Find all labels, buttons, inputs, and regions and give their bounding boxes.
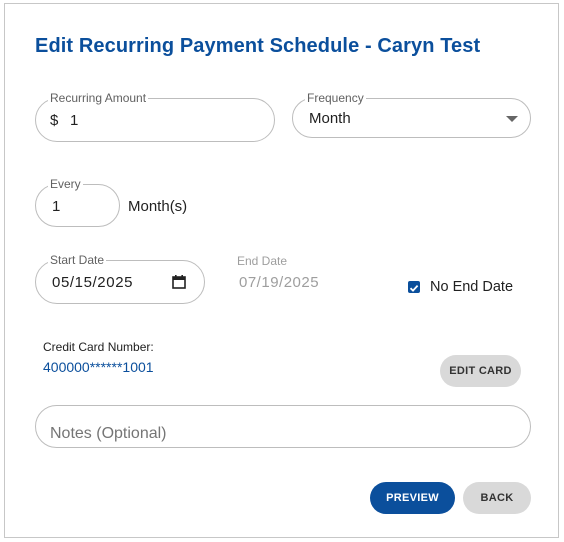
every-field[interactable]: Every 1 bbox=[35, 177, 120, 227]
back-button[interactable]: BACK bbox=[463, 482, 531, 514]
preview-button[interactable]: PREVIEW bbox=[370, 482, 455, 514]
edit-schedule-dialog: Edit Recurring Payment Schedule - Caryn … bbox=[4, 3, 559, 538]
calendar-icon[interactable] bbox=[172, 275, 186, 289]
credit-card-number: 400000******1001 bbox=[43, 359, 154, 375]
start-date-label: Start Date bbox=[48, 253, 107, 267]
frequency-select[interactable]: Frequency Month bbox=[292, 91, 531, 138]
credit-card-label: Credit Card Number: bbox=[43, 340, 154, 354]
every-label: Every bbox=[48, 177, 83, 191]
frequency-label: Frequency bbox=[305, 91, 366, 105]
dropdown-arrow-icon[interactable] bbox=[506, 116, 518, 122]
end-date-input: 07/19/2025 bbox=[239, 274, 320, 291]
recurring-amount-label: Recurring Amount bbox=[48, 91, 149, 105]
no-end-date-checkbox[interactable] bbox=[408, 281, 420, 293]
currency-symbol: $ bbox=[50, 112, 59, 129]
every-input[interactable]: 1 bbox=[52, 198, 60, 215]
no-end-date-label: No End Date bbox=[430, 279, 514, 295]
frequency-value: Month bbox=[309, 110, 351, 127]
start-date-input[interactable]: 05/15/2025 bbox=[52, 274, 133, 291]
notes-field[interactable]: Notes (Optional) bbox=[35, 405, 531, 448]
dialog-title: Edit Recurring Payment Schedule - Caryn … bbox=[35, 35, 481, 57]
notes-placeholder: Notes (Optional) bbox=[50, 425, 167, 442]
end-date-label: End Date bbox=[237, 254, 288, 268]
edit-card-button[interactable]: EDIT CARD bbox=[440, 355, 521, 387]
start-date-field[interactable]: Start Date 05/15/2025 bbox=[35, 253, 205, 304]
recurring-amount-input[interactable]: 1 bbox=[70, 112, 78, 129]
every-unit-label: Month(s) bbox=[128, 198, 188, 215]
recurring-amount-field[interactable]: Recurring Amount $ 1 bbox=[35, 91, 275, 142]
checkmark-icon bbox=[409, 284, 419, 292]
